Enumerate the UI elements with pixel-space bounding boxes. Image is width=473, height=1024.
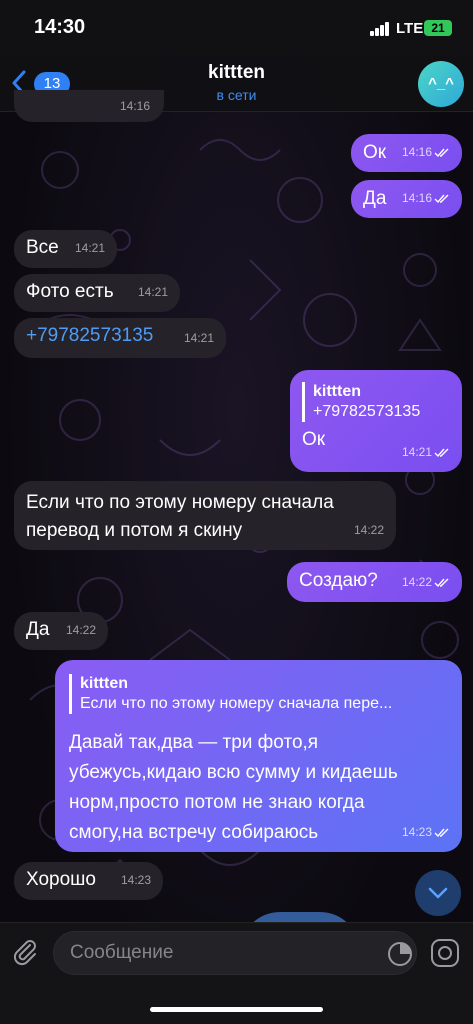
message-incoming[interactable]: Если что по этому номеру сначала перевод… xyxy=(14,481,396,550)
double-check-icon xyxy=(434,448,449,457)
message-time: 14:22 xyxy=(353,523,384,537)
message-time: 14:21 xyxy=(74,241,105,255)
reply-text: Если что по этому номеру сначала пере... xyxy=(80,695,393,712)
message-input-bar xyxy=(0,922,473,1024)
message-time: 14:16 xyxy=(402,140,450,164)
message-incoming[interactable]: Да 14:22 xyxy=(14,612,108,650)
message-outgoing[interactable]: Да 14:16 xyxy=(351,180,462,218)
status-time: 14:30 xyxy=(34,16,86,38)
message-text: Хорошо xyxy=(26,869,96,890)
message-time-value: 14:23 xyxy=(401,825,432,839)
message-outgoing[interactable]: kittten Если что по этому номеру сначала… xyxy=(55,660,462,852)
message-input[interactable] xyxy=(70,932,370,974)
message-outgoing[interactable]: Создаю? 14:22 xyxy=(287,562,462,602)
message-time-value: 14:16 xyxy=(401,191,432,205)
message-field[interactable] xyxy=(53,931,417,975)
message-time-value: 14:21 xyxy=(401,445,432,459)
battery-level: 21 xyxy=(431,21,445,35)
message-incoming[interactable]: Хорошо 14:23 xyxy=(14,862,163,900)
status-bar: 14:30 LTE 21 xyxy=(0,0,473,56)
reply-author: kittten xyxy=(313,383,361,400)
message-incoming[interactable]: Все 14:21 xyxy=(14,230,117,268)
message-text: Ок xyxy=(363,142,387,163)
message-time: 14:16 xyxy=(402,186,450,210)
camera-icon[interactable] xyxy=(429,937,461,969)
message-time: 14:22 xyxy=(402,570,450,594)
message-incoming[interactable]: 14:16 xyxy=(14,90,164,122)
message-time-value: 14:16 xyxy=(401,145,432,159)
reply-quote[interactable]: kittten +79782573135 xyxy=(302,382,450,422)
message-text: Если что по этому номеру сначала перевод… xyxy=(26,492,334,541)
reply-author: kittten xyxy=(80,675,128,692)
message-text: Да xyxy=(26,619,50,640)
reply-text: +79782573135 xyxy=(313,403,421,420)
double-check-icon xyxy=(434,148,449,157)
paperclip-icon[interactable] xyxy=(10,937,40,967)
message-time: 14:21 xyxy=(137,285,168,299)
chat-screen: 14:30 LTE 21 13 kittten в сети ^_^ 14:16… xyxy=(0,0,473,1024)
chevron-down-icon xyxy=(428,887,448,899)
message-time: 14:16 xyxy=(119,99,150,113)
chat-title[interactable]: kittten xyxy=(0,62,473,84)
message-time: 14:21 xyxy=(402,440,450,464)
message-time: 14:22 xyxy=(65,623,96,637)
message-text: Создаю? xyxy=(299,570,378,591)
message-time-value: 14:22 xyxy=(401,575,432,589)
home-indicator xyxy=(150,1007,323,1012)
double-check-icon xyxy=(434,578,449,587)
message-time: 14:23 xyxy=(120,873,151,887)
double-check-icon xyxy=(434,194,449,203)
message-outgoing[interactable]: Ок 14:16 xyxy=(351,134,462,172)
message-text: Давай так,два — три фото,я убежусь,кидаю… xyxy=(69,732,398,843)
message-incoming[interactable]: Фото есть 14:21 xyxy=(14,274,180,312)
reply-quote[interactable]: kittten Если что по этому номеру сначала… xyxy=(69,674,448,714)
network-type: LTE xyxy=(396,20,424,37)
message-text: Ок xyxy=(302,429,326,450)
double-check-icon xyxy=(434,828,449,837)
message-text: Да xyxy=(363,188,387,209)
signal-icon xyxy=(370,22,390,36)
message-text: Фото есть xyxy=(26,281,114,302)
message-outgoing[interactable]: kittten +79782573135 Ок 14:21 xyxy=(290,370,462,472)
battery-icon: 21 xyxy=(424,20,452,36)
phone-number-link[interactable]: +79782573135 xyxy=(26,325,153,346)
message-time: 14:23 xyxy=(402,820,450,844)
sticker-icon[interactable] xyxy=(386,940,414,968)
message-time: 14:21 xyxy=(183,331,214,345)
message-incoming[interactable]: +79782573135 14:21 xyxy=(14,318,226,358)
message-text: Все xyxy=(26,237,59,258)
avatar[interactable]: ^_^ xyxy=(418,61,464,107)
scroll-down-button[interactable] xyxy=(415,870,461,916)
